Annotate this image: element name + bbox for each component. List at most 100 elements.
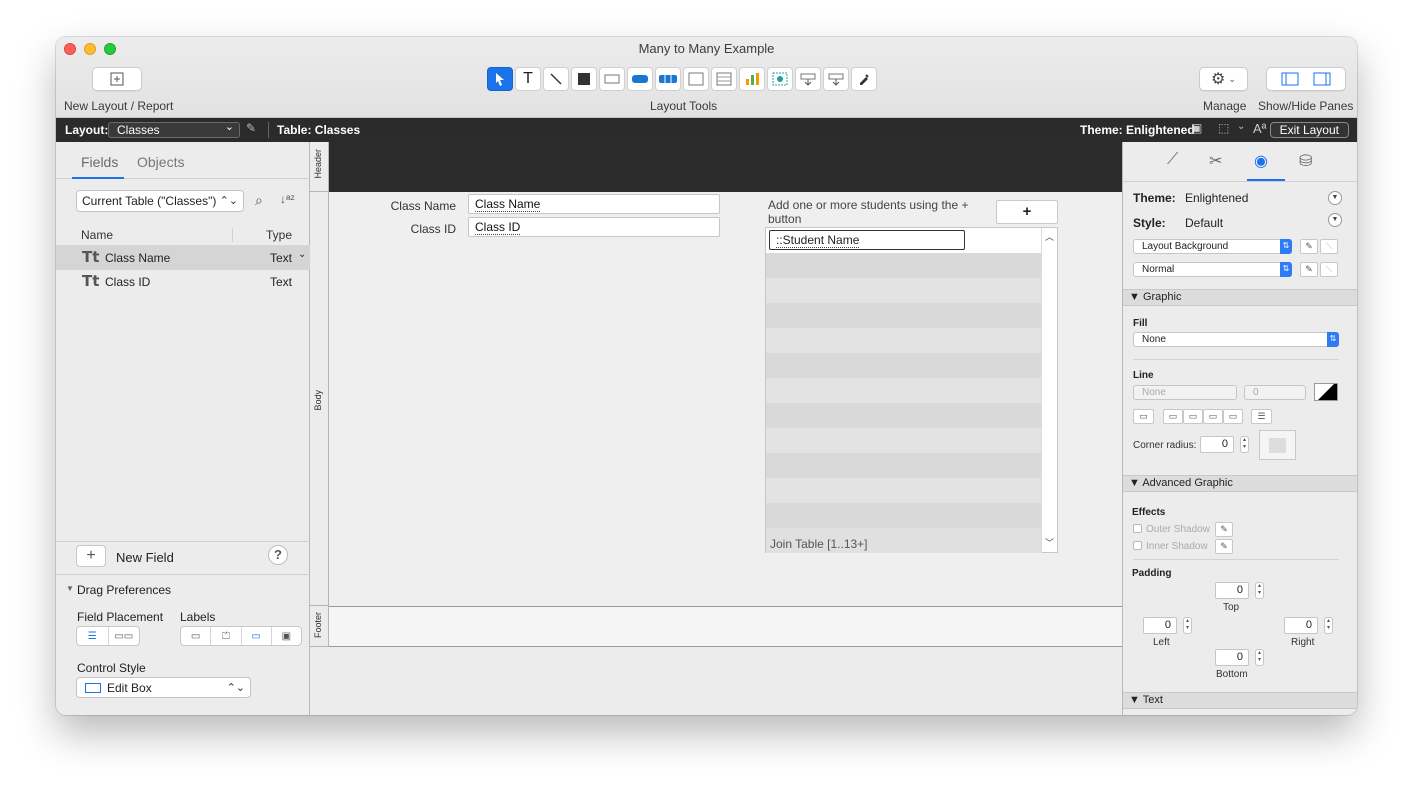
border-top-icon[interactable]: ▭	[1163, 409, 1183, 424]
horizontal-placement-icon[interactable]: ▭▭	[109, 627, 140, 645]
eyedropper-icon[interactable]: ✎	[1300, 262, 1318, 277]
footer-part[interactable]	[329, 606, 1122, 647]
disclosure-triangle-icon[interactable]: ▼	[66, 584, 74, 593]
add-student-button[interactable]: +	[996, 200, 1058, 224]
eyedropper-icon[interactable]: ✎	[1300, 239, 1318, 254]
field-tool[interactable]	[599, 67, 625, 91]
insert-field-tool[interactable]	[795, 67, 821, 91]
pointer-tool[interactable]	[487, 67, 513, 91]
padding-left-input[interactable]: 0	[1143, 617, 1177, 634]
button-bar-tool[interactable]	[655, 67, 681, 91]
style-menu-button[interactable]: ▼	[1328, 213, 1342, 227]
border-between-icon[interactable]: ☰	[1251, 409, 1272, 424]
padding-right-stepper[interactable]: ▴ ▾	[1324, 617, 1333, 634]
grid-icon[interactable]: ⬚	[1218, 121, 1229, 135]
field-placement-control[interactable]: ☰ ▭▭	[76, 626, 140, 646]
outer-shadow-edit-icon[interactable]: ✎	[1215, 522, 1233, 537]
line-style-select[interactable]: None	[1133, 385, 1237, 400]
sort-icon[interactable]: ↓ᵃᶻ	[280, 192, 295, 206]
border-all-icon[interactable]: ▭	[1133, 409, 1154, 424]
field-row[interactable]: Tt Class Name Text ⌄	[56, 246, 310, 270]
theme-menu-button[interactable]: ▼	[1328, 191, 1342, 205]
border-bottom-icon[interactable]: ▭	[1203, 409, 1223, 424]
header-part-tab[interactable]: Header	[310, 142, 329, 192]
button-tool[interactable]	[627, 67, 653, 91]
popover-tool[interactable]	[683, 67, 709, 91]
chevron-down-icon[interactable]: ⌄	[298, 249, 306, 260]
label-above-icon[interactable]: ⏍	[211, 627, 242, 645]
show-hide-panes-button[interactable]	[1266, 67, 1346, 91]
new-field-button[interactable]: +	[76, 545, 106, 567]
data-database-icon[interactable]: ⛁	[1299, 151, 1312, 171]
chevron-up-icon[interactable]: ︿	[1045, 230, 1054, 243]
border-left-icon[interactable]: ▭	[1223, 409, 1243, 424]
pencil-icon[interactable]: ✎	[246, 121, 256, 135]
class-name-field[interactable]: Class Name	[468, 194, 720, 214]
class-name-label[interactable]: Class Name	[366, 199, 456, 213]
advanced-graphic-section-header[interactable]: ▼ Advanced Graphic	[1123, 475, 1357, 492]
inner-shadow-edit-icon[interactable]: ✎	[1215, 539, 1233, 554]
portal-scrollbar[interactable]: ︿ ﹀	[1041, 228, 1057, 552]
padding-bottom-input[interactable]: 0	[1215, 649, 1249, 666]
footer-part-tab[interactable]: Footer	[310, 606, 329, 647]
class-id-field[interactable]: Class ID	[468, 217, 720, 237]
field-row[interactable]: Tt Class ID Text	[56, 270, 310, 294]
portal-instruction-text[interactable]: Add one or more students using the + but…	[768, 198, 988, 226]
type-column[interactable]: Type	[266, 228, 292, 242]
body-part-tab[interactable]: Body	[310, 192, 329, 606]
corner-radius-stepper[interactable]: ▴ ▾	[1240, 436, 1249, 453]
padding-right-input[interactable]: 0	[1284, 617, 1318, 634]
theme-icon[interactable]: ▣	[1191, 121, 1202, 135]
manage-button[interactable]: ⚙ ⌄	[1199, 67, 1248, 91]
corner-radius-input[interactable]: 0	[1200, 436, 1234, 453]
text-tool[interactable]: T	[515, 67, 541, 91]
text-section-header[interactable]: ▼ Text	[1123, 692, 1357, 709]
border-right-icon[interactable]: ▭	[1183, 409, 1203, 424]
table-select[interactable]: Current Table ("Classes") ⌃⌄	[76, 190, 244, 212]
search-icon[interactable]: ⌕	[255, 192, 263, 209]
shape-tool[interactable]	[571, 67, 597, 91]
appearance-palette-icon[interactable]: ◉	[1254, 151, 1268, 171]
chart-tool[interactable]	[739, 67, 765, 91]
line-tool[interactable]	[543, 67, 569, 91]
new-field-label[interactable]: New Field	[116, 550, 174, 565]
clear-style-icon[interactable]: ⟍	[1320, 262, 1338, 277]
clear-style-icon[interactable]: ⟍	[1320, 239, 1338, 254]
chevron-down-icon[interactable]: ⌄	[1237, 121, 1245, 132]
tab-fields[interactable]: Fields	[81, 154, 118, 170]
graphic-section-header[interactable]: ▼ Graphic	[1123, 289, 1357, 306]
padding-bottom-stepper[interactable]: ▴ ▾	[1255, 649, 1264, 666]
tab-objects[interactable]: Objects	[137, 154, 184, 170]
layout-select[interactable]: Classes	[108, 120, 240, 138]
label-inside-icon[interactable]: ▣	[272, 627, 301, 645]
padding-left-stepper[interactable]: ▴ ▾	[1183, 617, 1192, 634]
join-table-portal[interactable]: ::Student Name Join Table [1..13+] ︿ ﹀	[765, 227, 1058, 553]
padding-top-input[interactable]: 0	[1215, 582, 1249, 599]
state-select[interactable]: Normal ⇅	[1133, 262, 1292, 277]
name-column[interactable]: Name	[81, 228, 113, 242]
font-size-icon[interactable]: Aª	[1253, 121, 1266, 136]
student-name-field[interactable]: ::Student Name	[769, 230, 965, 250]
outer-shadow-checkbox[interactable]	[1133, 524, 1142, 533]
corner-selector[interactable]	[1259, 430, 1296, 460]
no-label-icon[interactable]: ▭	[181, 627, 212, 645]
header-part[interactable]	[329, 142, 1122, 192]
inner-shadow-checkbox[interactable]	[1133, 541, 1142, 550]
web-viewer-tool[interactable]	[767, 67, 793, 91]
help-button[interactable]: ?	[268, 545, 288, 565]
control-style-select[interactable]: Edit Box ⌃⌄	[76, 677, 251, 698]
class-id-label[interactable]: Class ID	[366, 222, 456, 236]
new-layout-button[interactable]	[92, 67, 142, 91]
label-left-icon[interactable]: ▭	[242, 627, 272, 645]
styles-icon[interactable]: ✂	[1209, 151, 1222, 171]
line-width-select[interactable]: 0	[1244, 385, 1306, 400]
object-part-select[interactable]: Layout Background ⇅	[1133, 239, 1292, 254]
padding-top-stepper[interactable]: ▴ ▾	[1255, 582, 1264, 599]
chevron-down-icon[interactable]: ﹀	[1045, 536, 1054, 549]
fill-select[interactable]: None ⇅	[1133, 332, 1339, 347]
line-color-swatch[interactable]	[1314, 383, 1338, 401]
format-painter-tool[interactable]	[851, 67, 877, 91]
insert-part-tool[interactable]	[823, 67, 849, 91]
position-ruler-icon[interactable]: ⟋	[1167, 151, 1178, 169]
vertical-placement-icon[interactable]: ☰	[77, 627, 109, 645]
